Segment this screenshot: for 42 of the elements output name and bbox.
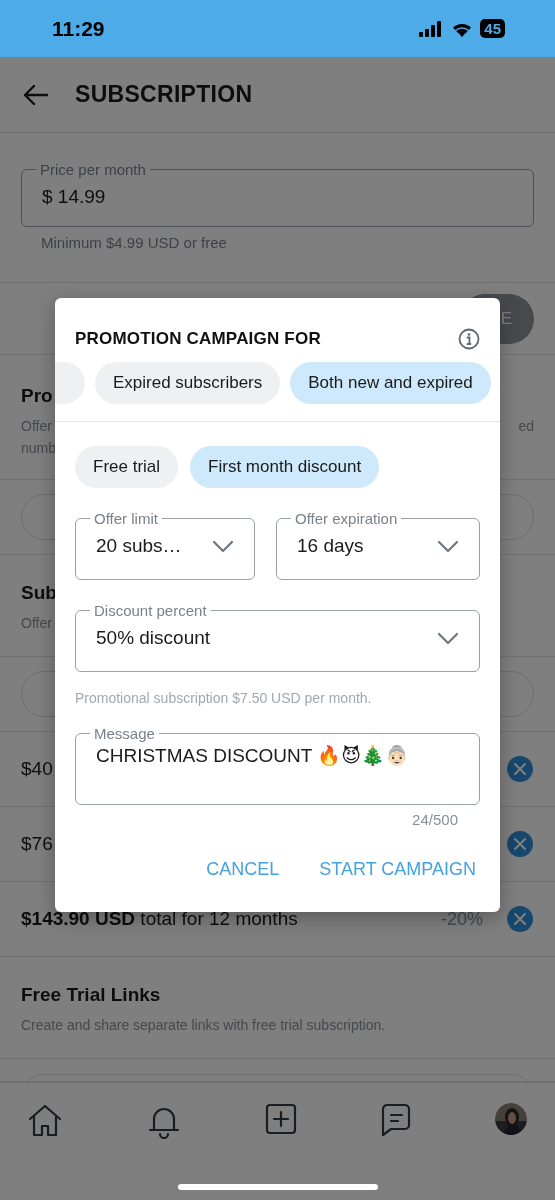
bundle-text: $76 — [21, 833, 53, 855]
section-description: Offer — [21, 417, 52, 436]
filter-chip[interactable]: Expired subscribers — [95, 362, 281, 404]
section-description: Create and share separate links with free trial subscription. — [21, 1016, 386, 1035]
section-title: Free Trial Links — [21, 984, 162, 1006]
section-description: ed — [518, 417, 534, 436]
add-icon[interactable] — [265, 1103, 297, 1135]
page-title: SUBSCRIPTION — [75, 81, 253, 108]
chevron-down-icon — [212, 539, 234, 553]
field-label: Price per month — [39, 161, 147, 178]
dropdown-field[interactable]: Offer expiration 16 days — [276, 510, 480, 580]
close-icon[interactable] — [507, 906, 533, 932]
bundle-text: $143.90 USD total for 12 months — [21, 908, 298, 930]
filter-chip[interactable]: Both new and expired — [290, 362, 491, 404]
home-icon[interactable] — [27, 1103, 63, 1137]
field-label: Message — [93, 725, 156, 742]
close-icon[interactable] — [507, 831, 533, 857]
dropdown-field[interactable]: Offer limit 20 subs… — [75, 510, 255, 580]
back-arrow-icon[interactable] — [22, 83, 48, 106]
clock-time: 11:29 — [52, 16, 105, 41]
dialog-title: PROMOTION CAMPAIGN FOR — [75, 329, 321, 349]
dropdown-field[interactable]: Discount percent 50% discount — [75, 602, 480, 672]
close-icon[interactable] — [507, 756, 533, 782]
section-title: Sub — [21, 582, 58, 604]
section-description: Offer — [21, 614, 52, 633]
section-title: Pro — [21, 385, 54, 407]
helper-text: Minimum $4.99 USD or free — [40, 233, 228, 251]
filter-chip[interactable]: First month discount — [190, 446, 380, 488]
character-counter: 24/500 — [411, 810, 459, 828]
bundle-text: $40 — [21, 758, 53, 780]
helper-text: Promotional subscription $7.50 USD per month. — [74, 689, 373, 706]
field-label: Discount percent — [93, 602, 208, 619]
info-icon[interactable] — [458, 328, 480, 350]
chevron-down-icon — [437, 631, 459, 645]
price-field[interactable]: Price per month $ 14.99 — [21, 161, 534, 227]
field-label: Offer expiration — [294, 510, 399, 527]
chevron-down-icon — [437, 539, 459, 553]
battery-level: 45 — [480, 19, 505, 38]
section-description: numb — [21, 439, 57, 458]
field-label: Offer limit — [93, 510, 159, 527]
chat-icon[interactable] — [380, 1103, 412, 1137]
filter-chip[interactable]: Free trial — [75, 446, 179, 488]
